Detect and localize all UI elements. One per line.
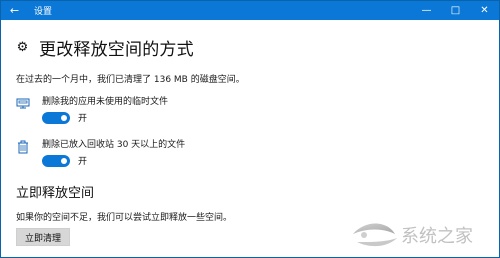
- back-button[interactable]: ←: [1, 1, 28, 20]
- monitor-icon: [16, 96, 30, 112]
- recycle-bin-toggle-row: 开: [42, 154, 185, 167]
- free-space-now-title: 立即释放空间: [16, 186, 95, 201]
- cleanup-summary: 在过去的一个月中，我们已清理了 136 MB 的磁盘空间。: [16, 75, 245, 85]
- close-button[interactable]: ✕: [470, 1, 499, 20]
- setting-temp-files: 删除我的应用未使用的临时文件 开: [16, 94, 168, 124]
- page-content: ⚙ 更改释放空间的方式 在过去的一个月中，我们已清理了 136 MB 的磁盘空间…: [1, 20, 499, 257]
- minimize-icon: —: [421, 5, 432, 16]
- page-header: ⚙ 更改释放空间的方式: [16, 35, 194, 60]
- svg-text:系统之家: 系统之家: [401, 226, 473, 247]
- setting-temp-files-body: 删除我的应用未使用的临时文件 开: [42, 94, 168, 124]
- maximize-icon: □: [450, 5, 461, 16]
- toggle-state-label: 开: [78, 157, 88, 167]
- watermark-logo: 系统之家: [345, 218, 493, 252]
- page-title: 更改释放空间的方式: [39, 40, 194, 60]
- gear-icon: ⚙: [16, 40, 29, 55]
- settings-window: ← 设置 — □ ✕ ⚙ 更改释放空间的方式 在过去的一个月中，我们已清理了 1…: [0, 0, 500, 258]
- setting-recycle-bin: 删除已放入回收站 30 天以上的文件 开: [16, 137, 185, 167]
- title-bar: ← 设置 — □ ✕: [1, 1, 499, 20]
- toggle-state-label: 开: [78, 114, 88, 124]
- setting-label: 删除已放入回收站 30 天以上的文件: [42, 140, 186, 150]
- close-icon: ✕: [480, 5, 489, 16]
- back-arrow-icon: ←: [9, 4, 20, 17]
- maximize-button[interactable]: □: [441, 1, 470, 20]
- free-space-now-description: 如果你的空间不足，我们可以尝试立即释放一些空间。: [16, 213, 233, 223]
- trash-icon: [16, 139, 30, 155]
- recycle-bin-toggle[interactable]: [42, 154, 70, 167]
- setting-label: 删除我的应用未使用的临时文件: [42, 97, 169, 107]
- window-title: 设置: [34, 7, 53, 17]
- clean-now-button[interactable]: 立即清理: [16, 228, 70, 246]
- temp-files-toggle[interactable]: [42, 111, 70, 124]
- minimize-button[interactable]: —: [412, 1, 441, 20]
- temp-files-toggle-row: 开: [42, 111, 168, 124]
- setting-recycle-bin-body: 删除已放入回收站 30 天以上的文件 开: [42, 137, 185, 167]
